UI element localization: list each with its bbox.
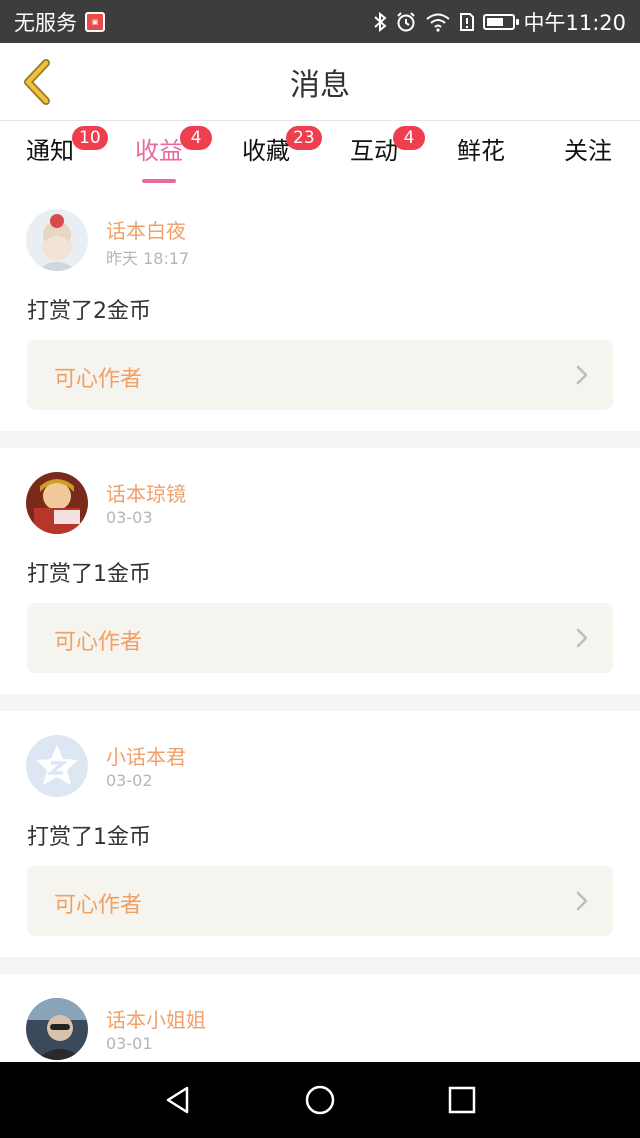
page-title: 消息: [290, 67, 350, 103]
chevron-right-icon: [576, 891, 588, 911]
sender-name[interactable]: 小话本君: [106, 741, 186, 770]
timestamp: 03-03: [106, 508, 153, 527]
app-header: 消息: [0, 43, 640, 121]
tab-flowers[interactable]: 鲜花: [446, 131, 516, 166]
list-item: 话本小姐姐 03-01: [0, 974, 640, 1062]
action-label: 可心作者: [54, 367, 143, 392]
list-item: 小话本君 03-02 打赏了1金币 可心作者: [0, 711, 640, 957]
message-text: 打赏了1金币: [27, 825, 151, 850]
timestamp: 03-02: [106, 771, 153, 790]
avatar-girl-photo: [26, 209, 88, 271]
action-row[interactable]: 可心作者: [27, 603, 613, 673]
action-label: 可心作者: [54, 630, 143, 655]
status-bar: 无服务 ▣ 中午11:20: [0, 0, 640, 43]
badge-count: 4: [393, 126, 425, 150]
tab-label: 鲜花: [457, 137, 505, 165]
alarm-icon: [395, 11, 417, 33]
avatar[interactable]: [26, 472, 88, 534]
back-button[interactable]: [14, 57, 58, 107]
bluetooth-icon: [373, 11, 388, 32]
tab-bar: 通知 10 收益 4 收藏 23 互动 4 鲜花 关注: [0, 121, 640, 185]
tab-label: 收益: [135, 137, 183, 165]
action-row[interactable]: 可心作者: [27, 340, 613, 410]
recents-square-icon[interactable]: [446, 1084, 478, 1116]
tab-following[interactable]: 关注: [553, 131, 623, 166]
carrier-label: 无服务: [14, 10, 77, 35]
tab-notifications[interactable]: 通知 10: [15, 126, 108, 166]
chevron-right-icon: [576, 365, 588, 385]
badge-count: 10: [72, 126, 108, 150]
home-circle-icon[interactable]: [304, 1084, 336, 1116]
timestamp: 昨天 18:17: [106, 249, 190, 268]
message-text: 打赏了2金币: [27, 299, 151, 324]
tab-label: 关注: [564, 137, 612, 165]
sender-name[interactable]: 话本白夜: [106, 215, 186, 244]
back-triangle-icon[interactable]: [162, 1084, 194, 1116]
sim-alert-icon: [459, 12, 475, 32]
badge-count: 23: [286, 126, 322, 150]
clock-time: 中午11:20: [523, 10, 626, 35]
tab-favorites[interactable]: 收藏 23: [231, 126, 322, 166]
sim-alert-icon: ▣: [85, 11, 105, 32]
battery-icon: [483, 13, 520, 30]
tab-label: 通知: [26, 137, 74, 165]
avatar-default-star: [26, 735, 88, 797]
avatar[interactable]: [26, 209, 88, 271]
message-list: 话本白夜 昨天 18:17 打赏了2金币 可心作者 话本琼镜 03-03 打赏了…: [0, 185, 640, 1062]
system-nav-bar: [0, 1062, 640, 1138]
tab-interactions[interactable]: 互动 4: [339, 126, 425, 166]
avatar-character-photo: [26, 472, 88, 534]
avatar-selfie-photo: [26, 998, 88, 1060]
tab-label: 收藏: [242, 137, 290, 165]
avatar[interactable]: [26, 998, 88, 1060]
sender-name[interactable]: 话本琼镜: [106, 478, 186, 507]
chevron-right-icon: [576, 628, 588, 648]
active-tab-indicator: [142, 179, 176, 183]
list-item: 话本白夜 昨天 18:17 打赏了2金币 可心作者: [0, 185, 640, 431]
message-text: 打赏了1金币: [27, 562, 151, 587]
avatar[interactable]: [26, 735, 88, 797]
back-chevron-icon: [24, 59, 50, 105]
badge-count: 4: [180, 126, 212, 150]
list-item: 话本琼镜 03-03 打赏了1金币 可心作者: [0, 448, 640, 694]
timestamp: 03-01: [106, 1034, 153, 1053]
tab-label: 互动: [350, 137, 398, 165]
wifi-icon: [425, 12, 451, 32]
sender-name[interactable]: 话本小姐姐: [106, 1004, 206, 1033]
action-row[interactable]: 可心作者: [27, 866, 613, 936]
action-label: 可心作者: [54, 893, 143, 918]
tab-earnings[interactable]: 收益 4: [124, 126, 212, 183]
